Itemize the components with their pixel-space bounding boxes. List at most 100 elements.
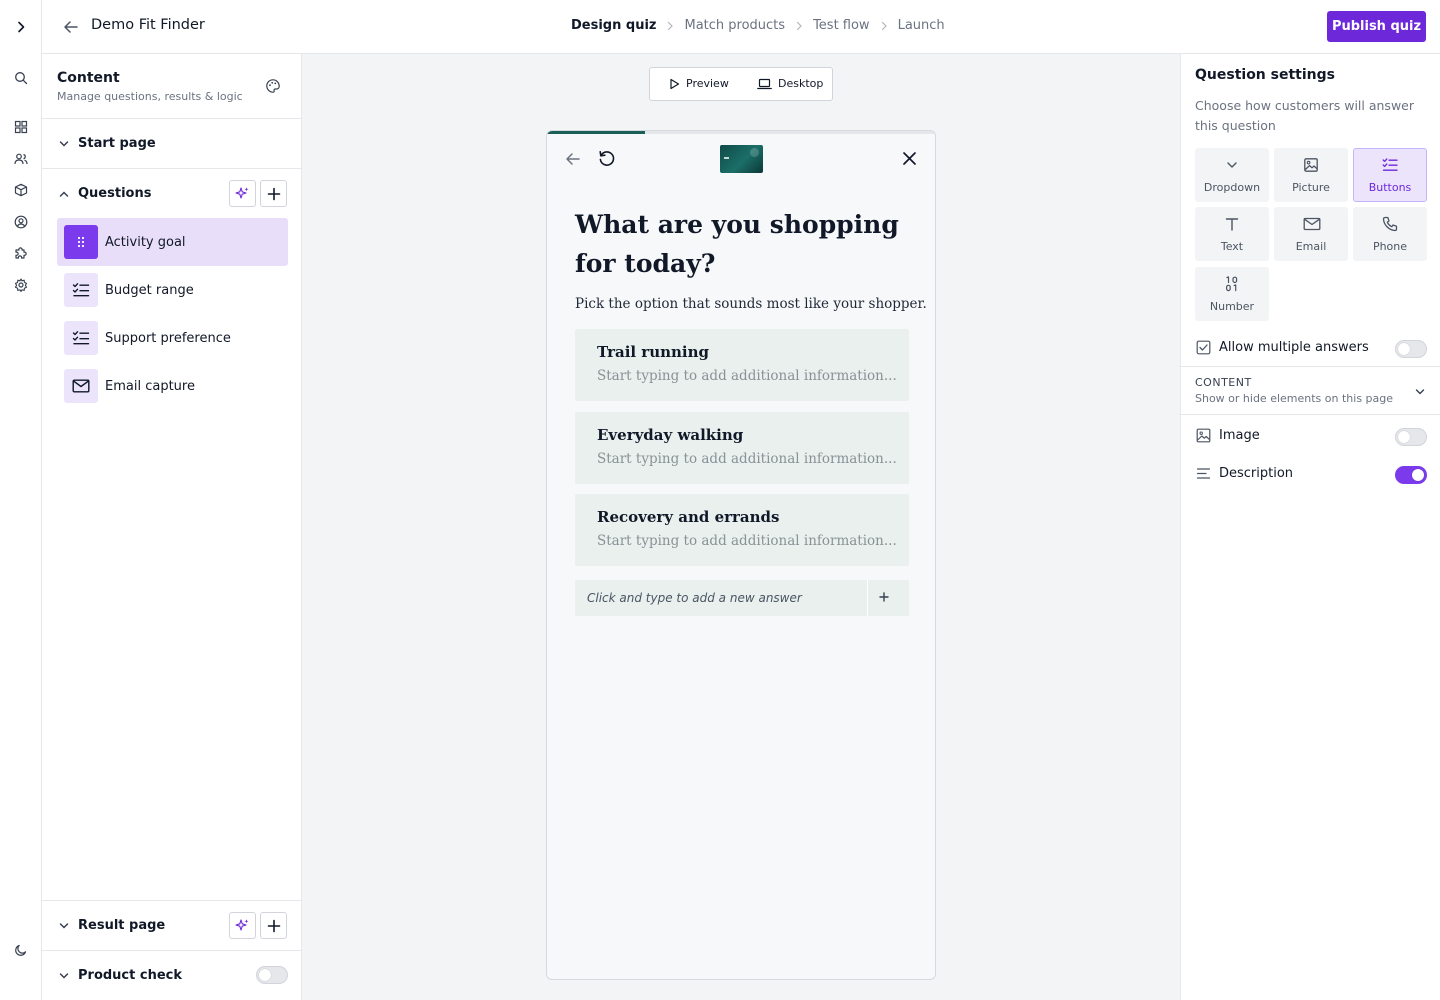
start-page-label: Start page	[78, 136, 156, 151]
chevron-down-icon	[1224, 157, 1240, 173]
image-icon	[1196, 428, 1211, 443]
palette-icon[interactable]	[265, 78, 281, 94]
answer-info-placeholder[interactable]: Start typing to add additional informati…	[597, 368, 897, 384]
questions-label: Questions	[78, 186, 152, 201]
content-panel-subtitle: Manage questions, results & logic	[57, 90, 243, 103]
answer-option[interactable]: Everyday walking Start typing to add add…	[575, 412, 909, 484]
sparkle-icon	[235, 918, 250, 933]
allow-multiple-label: Allow multiple answers	[1219, 340, 1369, 355]
image-row: Image	[1195, 426, 1429, 446]
type-label: Picture	[1292, 181, 1330, 194]
description-row: Description	[1195, 464, 1429, 484]
ai-generate-questions-button[interactable]	[229, 180, 256, 207]
type-phone-tile[interactable]: Phone	[1353, 207, 1427, 261]
content-panel: Content Manage questions, results & logi…	[42, 54, 302, 1000]
settings-icon[interactable]	[11, 275, 31, 295]
type-dropdown-tile[interactable]: Dropdown	[1195, 148, 1269, 202]
quiz-progress-bar	[547, 131, 935, 134]
quiz-preview-frame: What are you shopping for today? Pick th…	[546, 130, 936, 980]
answer-info-placeholder[interactable]: Start typing to add additional informati…	[597, 533, 897, 549]
question-item-email-capture[interactable]: Email capture	[57, 362, 288, 410]
chevron-right-icon	[870, 21, 898, 31]
theme-moon-icon[interactable]	[11, 940, 31, 960]
chevron-down-icon[interactable]	[1414, 386, 1426, 398]
laptop-icon	[757, 78, 772, 90]
settings-title: Question settings	[1195, 67, 1335, 83]
step-match-products[interactable]: Match products	[684, 18, 785, 33]
type-email-tile[interactable]: Email	[1274, 207, 1348, 261]
question-heading[interactable]: What are you shopping for today?	[575, 205, 905, 283]
align-left-icon	[1196, 466, 1211, 481]
expand-chevron-icon[interactable]	[11, 17, 31, 37]
ai-generate-results-button[interactable]	[229, 912, 256, 939]
image-toggle[interactable]	[1395, 428, 1427, 446]
step-launch[interactable]: Launch	[898, 18, 945, 33]
restart-icon[interactable]	[598, 150, 616, 168]
add-question-button[interactable]	[260, 180, 287, 207]
settings-subtitle: Choose how customers will answer this qu…	[1195, 98, 1415, 133]
nav-rail	[0, 0, 42, 1000]
answer-option[interactable]: Trail running Start typing to add additi…	[575, 329, 909, 401]
type-label: Text	[1220, 240, 1244, 253]
plus-icon	[267, 919, 281, 933]
add-result-button[interactable]	[260, 912, 287, 939]
description-toggle[interactable]	[1395, 466, 1427, 484]
type-label: Email	[1295, 240, 1327, 253]
new-answer-input[interactable]	[575, 580, 867, 616]
step-test-flow[interactable]: Test flow	[813, 18, 870, 33]
box-icon[interactable]	[11, 180, 31, 200]
type-number-tile[interactable]: Number	[1195, 267, 1269, 321]
question-item-activity-goal[interactable]: Activity goal	[57, 218, 288, 266]
question-item-budget-range[interactable]: Budget range	[57, 266, 288, 314]
chevron-down-icon	[58, 920, 70, 932]
step-design-quiz[interactable]: Design quiz	[571, 18, 656, 33]
start-page-section[interactable]: Start page	[42, 118, 302, 168]
type-picture-tile[interactable]: Picture	[1274, 148, 1348, 202]
answer-info-placeholder[interactable]: Start typing to add additional informati…	[597, 451, 897, 467]
device-select-button[interactable]: Desktop	[757, 77, 823, 90]
chevron-right-icon	[785, 21, 813, 31]
plus-icon[interactable]	[877, 590, 891, 604]
image-icon	[1303, 157, 1319, 173]
checklist-icon	[64, 273, 98, 307]
question-label: Email capture	[105, 378, 195, 394]
type-text-tile[interactable]: Text	[1195, 207, 1269, 261]
text-icon	[1224, 216, 1240, 232]
product-check-toggle[interactable]	[256, 966, 288, 984]
account-icon[interactable]	[11, 212, 31, 232]
answer-title[interactable]: Trail running	[597, 343, 709, 361]
app-title: Demo Fit Finder	[91, 17, 205, 33]
type-label: Number	[1209, 300, 1255, 313]
back-arrow-icon[interactable]	[60, 16, 82, 38]
quiz-progress-fill	[547, 131, 645, 134]
question-description[interactable]: Pick the option that sounds most like yo…	[575, 296, 927, 312]
phone-icon	[1382, 216, 1398, 232]
number-icon	[1224, 276, 1240, 292]
allow-multiple-row: Allow multiple answers	[1195, 338, 1429, 358]
view-toolbar: Preview Desktop	[649, 67, 833, 101]
close-icon[interactable]	[902, 151, 917, 166]
preview-canvas: Preview Desktop What are you shopping fo…	[302, 54, 1180, 1000]
type-buttons-tile[interactable]: Buttons	[1353, 148, 1427, 202]
answer-title[interactable]: Recovery and errands	[597, 508, 780, 526]
dashboard-icon[interactable]	[11, 117, 31, 137]
description-label: Description	[1219, 466, 1294, 481]
chevron-down-icon	[58, 970, 70, 982]
search-icon[interactable]	[11, 68, 31, 88]
answer-title[interactable]: Everyday walking	[597, 426, 743, 444]
publish-quiz-button[interactable]: Publish quiz	[1327, 11, 1426, 42]
content-panel-header: Content Manage questions, results & logi…	[57, 70, 243, 103]
question-item-support-preference[interactable]: Support preference	[57, 314, 288, 362]
result-page-label: Result page	[78, 918, 166, 933]
content-section-header[interactable]: CONTENT Show or hide elements on this pa…	[1195, 376, 1393, 405]
answer-option[interactable]: Recovery and errands Start typing to add…	[575, 494, 909, 566]
puzzle-icon[interactable]	[11, 243, 31, 263]
quiz-back-arrow-icon[interactable]	[565, 151, 581, 167]
product-check-label: Product check	[78, 968, 183, 983]
question-settings-panel: Question settings Choose how customers w…	[1180, 54, 1440, 1000]
preview-button[interactable]: Preview	[669, 77, 729, 90]
users-icon[interactable]	[11, 149, 31, 169]
drag-handle-icon[interactable]	[64, 225, 98, 259]
checkbox-icon	[1196, 340, 1211, 355]
allow-multiple-toggle[interactable]	[1395, 340, 1427, 358]
